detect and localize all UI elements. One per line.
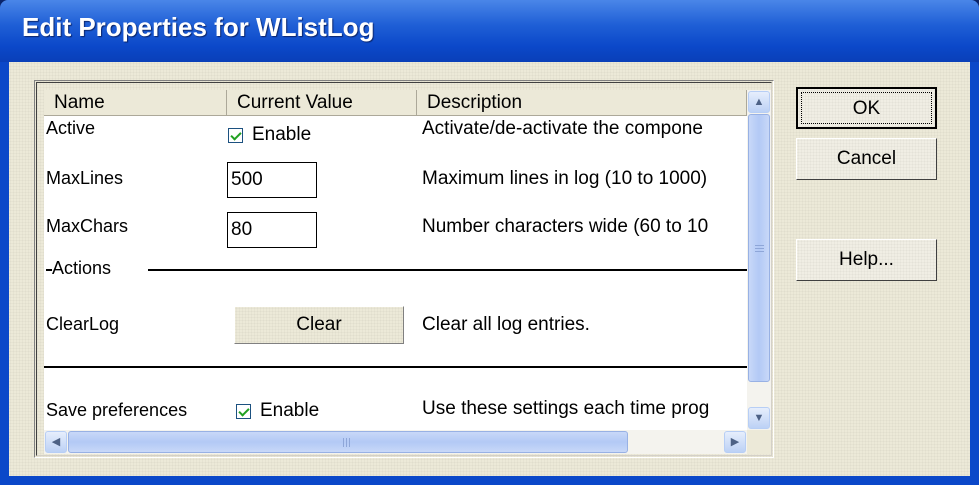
scrollbar-corner — [747, 430, 771, 454]
row-name-maxlines: MaxLines — [46, 168, 124, 188]
maxlines-description: Maximum lines in log (10 to 1000) — [422, 168, 708, 189]
save-preferences-description: Use these settings each time prog — [422, 398, 710, 419]
clear-button[interactable]: Clear — [234, 306, 404, 344]
column-header-description[interactable]: Description — [417, 90, 747, 116]
maxlines-input[interactable]: 500 — [227, 162, 317, 198]
active-enable-checkbox[interactable] — [228, 128, 243, 143]
maxchars-description: Number characters wide (60 to 10 — [422, 216, 709, 237]
title-bar[interactable]: Edit Properties for WListLog — [0, 0, 979, 62]
ok-button[interactable]: OK — [796, 87, 937, 129]
column-header-current-value[interactable]: Current Value — [227, 90, 417, 116]
window-border-right — [970, 62, 979, 485]
section-actions-label: Actions — [52, 258, 112, 278]
window-title: Edit Properties for WListLog — [22, 12, 375, 42]
vertical-scrollbar[interactable]: ▲ ▼ — [747, 90, 771, 430]
scroll-right-icon[interactable]: ▶ — [724, 431, 746, 453]
save-divider — [44, 366, 747, 368]
horizontal-scrollbar[interactable]: ◀ ▶ — [44, 430, 747, 454]
scroll-up-icon[interactable]: ▲ — [748, 91, 770, 113]
properties-grid: Name Current Value Description Active En… — [44, 90, 747, 430]
dialog-window: Edit Properties for WListLog Name Curren… — [0, 0, 979, 485]
window-border-left — [0, 62, 9, 485]
vertical-scroll-thumb[interactable] — [748, 114, 770, 382]
cancel-button[interactable]: Cancel — [796, 138, 937, 180]
clearlog-description: Clear all log entries. — [422, 314, 590, 335]
help-button[interactable]: Help... — [796, 239, 937, 281]
save-preferences-label[interactable]: Enable — [260, 400, 319, 422]
row-name-maxchars: MaxChars — [46, 216, 129, 236]
window-border-bottom — [0, 476, 979, 485]
scroll-down-icon[interactable]: ▼ — [748, 407, 770, 429]
row-name-active: Active — [46, 118, 96, 138]
row-name-clearlog: ClearLog — [46, 314, 120, 334]
maxchars-input[interactable]: 80 — [227, 212, 317, 248]
horizontal-scroll-thumb[interactable] — [68, 431, 628, 453]
active-description: Activate/de-activate the compone — [422, 118, 703, 139]
scroll-left-icon[interactable]: ◀ — [45, 431, 67, 453]
dialog-body: Name Current Value Description Active En… — [9, 62, 970, 476]
save-preferences-checkbox[interactable] — [236, 404, 251, 419]
row-name-save-preferences: Save preferences — [46, 400, 188, 420]
column-header-name[interactable]: Name — [44, 90, 227, 116]
active-enable-label[interactable]: Enable — [252, 124, 311, 146]
section-divider-right — [148, 269, 747, 271]
